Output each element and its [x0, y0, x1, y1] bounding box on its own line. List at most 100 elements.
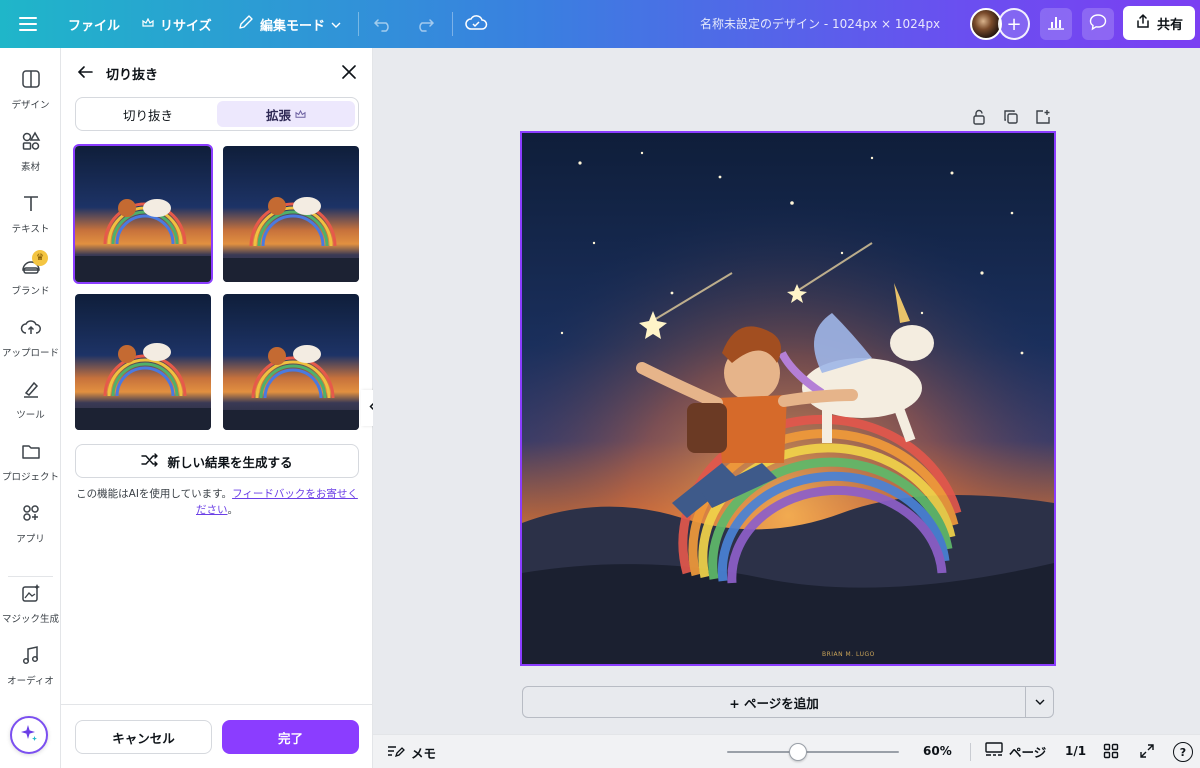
rail-label: デザイン: [11, 100, 50, 111]
rail-label: オーディオ: [7, 676, 54, 687]
rail-label: マジック生成: [1, 614, 59, 625]
bottom-bar: メモ 60% ページ 1/1 ?: [373, 734, 1200, 768]
bottom-divider: [970, 743, 971, 761]
canvas-toolbar: [968, 106, 1054, 128]
grid-view-icon[interactable]: [1103, 743, 1119, 763]
tools-icon: [20, 378, 42, 403]
generate-label: 新しい結果を生成する: [167, 454, 293, 470]
magic-media-icon: [20, 582, 42, 607]
zoom-slider-handle[interactable]: [788, 743, 807, 761]
toolbar-divider: [358, 12, 359, 36]
share-button[interactable]: 共有: [1123, 6, 1195, 40]
pages-button[interactable]: ページ: [985, 742, 1046, 761]
result-thumbnail[interactable]: [223, 294, 359, 430]
page-count: 1/1: [1065, 744, 1087, 758]
result-thumbnail[interactable]: [73, 144, 213, 284]
lock-icon[interactable]: [968, 106, 990, 128]
rail-item-brand[interactable]: ♛ ブランド: [0, 250, 61, 297]
rail-label: ツール: [16, 410, 45, 421]
generate-new-results-button[interactable]: 新しい結果を生成する: [75, 444, 359, 478]
toolbar-divider: [452, 12, 453, 36]
file-menu-button[interactable]: ファイル: [60, 8, 128, 40]
shuffle-icon: [141, 452, 159, 471]
zoom-slider-track[interactable]: [727, 751, 899, 753]
magic-assistant-button[interactable]: [10, 716, 48, 754]
rail-divider: [8, 576, 53, 577]
rail-label: ブランド: [11, 286, 50, 297]
file-menu-label: ファイル: [68, 18, 121, 34]
edit-mode-label: 編集モード: [260, 18, 326, 34]
elements-icon: [20, 130, 42, 155]
cancel-label: キャンセル: [112, 730, 175, 746]
done-button[interactable]: 完了: [222, 720, 359, 754]
cloud-saved-icon[interactable]: [464, 12, 488, 38]
result-thumbnail[interactable]: [223, 146, 359, 282]
menu-icon[interactable]: [14, 12, 42, 36]
add-page-label: + ページを追加: [729, 695, 819, 711]
rail-item-text[interactable]: テキスト: [0, 192, 61, 235]
rail-item-magic-media[interactable]: マジック生成: [0, 582, 61, 625]
result-thumbnail[interactable]: [75, 294, 211, 430]
plus-icon: +: [1006, 13, 1022, 35]
rail-item-upload[interactable]: アップロード: [0, 316, 61, 359]
rail-label: テキスト: [11, 224, 50, 235]
resize-button[interactable]: リサイズ: [134, 8, 220, 40]
top-bar: ファイル リサイズ 編集モード 名称未設定のデザイン - 1024px × 10…: [0, 0, 1200, 48]
help-label: ?: [1179, 745, 1187, 759]
comment-icon: [1089, 13, 1107, 35]
add-page-options-button[interactable]: [1025, 686, 1054, 718]
pages-label: ページ: [1009, 745, 1047, 760]
rail-label: アプリ: [16, 534, 45, 545]
design-artboard[interactable]: BRIAN M. LUGO: [520, 131, 1056, 666]
undo-icon[interactable]: [372, 12, 394, 38]
artwork-image: [522, 133, 1054, 664]
document-title[interactable]: 名称未設定のデザイン - 1024px × 1024px: [700, 15, 940, 32]
ai-note-suffix: 。: [227, 504, 239, 516]
share-upload-icon: [1135, 13, 1151, 33]
left-rail: デザイン 素材 テキスト ♛ ブランド アップロード ツール プロジェクト アプ…: [0, 48, 61, 768]
chevron-down-icon: [331, 17, 341, 32]
tab-crop[interactable]: 切り抜き: [79, 101, 217, 127]
add-page-icon[interactable]: [1032, 106, 1054, 128]
audio-icon: [20, 644, 42, 669]
tab-label: 拡張: [265, 107, 291, 123]
add-page-button[interactable]: + ページを追加: [522, 686, 1026, 718]
panel-title: 切り抜き: [106, 68, 159, 83]
duplicate-icon[interactable]: [1000, 106, 1022, 128]
rail-item-elements[interactable]: 素材: [0, 130, 61, 173]
share-label: 共有: [1156, 17, 1183, 33]
pages-icon: [985, 742, 1003, 761]
result-thumbnails: [73, 144, 359, 430]
insights-button[interactable]: [1040, 8, 1072, 40]
close-icon[interactable]: [339, 62, 359, 82]
rail-label: アップロード: [1, 348, 59, 359]
zoom-level[interactable]: 60%: [923, 744, 952, 758]
crown-icon: [295, 107, 306, 122]
rail-item-audio[interactable]: オーディオ: [0, 644, 61, 687]
design-icon: [20, 68, 42, 93]
fullscreen-icon[interactable]: [1139, 743, 1155, 763]
rail-item-apps[interactable]: アプリ: [0, 502, 61, 545]
rail-label: プロジェクト: [1, 472, 59, 483]
rail-item-projects[interactable]: プロジェクト: [0, 440, 61, 483]
notes-button[interactable]: メモ: [387, 743, 436, 762]
text-icon: [20, 192, 42, 217]
cancel-button[interactable]: キャンセル: [75, 720, 212, 754]
redo-icon[interactable]: [414, 12, 436, 38]
notes-label: メモ: [411, 746, 437, 761]
apps-icon: [20, 502, 42, 527]
help-button[interactable]: ?: [1173, 742, 1193, 762]
edit-mode-button[interactable]: 編集モード: [230, 8, 349, 40]
resize-label: リサイズ: [160, 18, 212, 34]
rail-item-tools[interactable]: ツール: [0, 378, 61, 421]
tab-expand[interactable]: 拡張: [217, 101, 355, 127]
done-label: 完了: [277, 730, 303, 746]
add-collaborator-button[interactable]: +: [998, 8, 1030, 40]
back-arrow-icon[interactable]: [75, 62, 95, 82]
comment-button[interactable]: [1082, 8, 1114, 40]
panel-footer-divider: [61, 704, 373, 705]
rail-label: 素材: [20, 162, 40, 173]
artwork-signature: BRIAN M. LUGO: [822, 651, 875, 658]
chevron-down-icon: [1035, 697, 1045, 708]
rail-item-design[interactable]: デザイン: [0, 68, 61, 111]
